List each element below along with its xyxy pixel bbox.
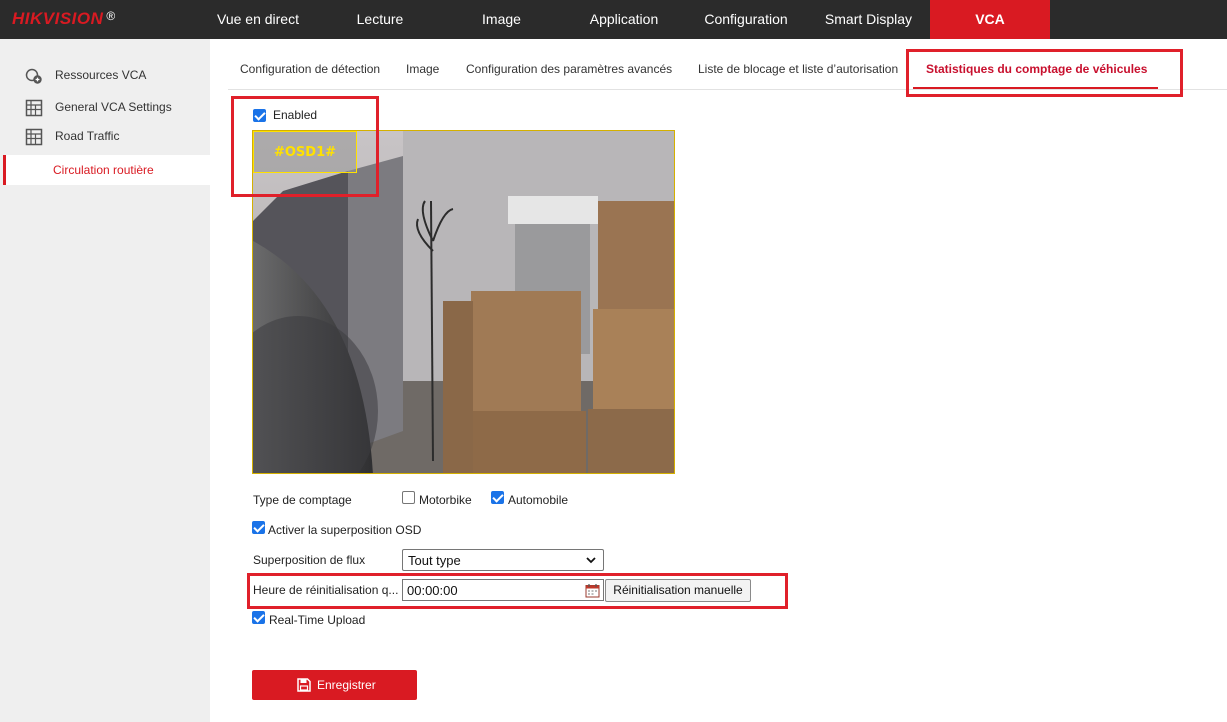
sidebar-item-road-traffic[interactable]: Road Traffic: [0, 122, 210, 150]
motorbike-checkbox[interactable]: [402, 491, 415, 504]
reset-time-label: Heure de réinitialisation q...: [253, 583, 399, 597]
floppy-disk-icon: [297, 678, 311, 692]
active-tab-indicator: [913, 87, 1158, 89]
sidebar-item-label: Circulation routière: [53, 163, 154, 177]
nav-image[interactable]: Image: [440, 0, 563, 39]
sidebar-item-circulation-routiere[interactable]: Circulation routière: [3, 155, 213, 185]
osd-overlay-label: Activer la superposition OSD: [268, 523, 422, 537]
chevron-down-icon: [586, 557, 596, 564]
manual-reset-button[interactable]: Réinitialisation manuelle: [605, 579, 751, 602]
nav-lecture[interactable]: Lecture: [320, 0, 440, 39]
tab-configuration-detection[interactable]: Configuration de détection: [240, 62, 380, 76]
sidebar-item-label: General VCA Settings: [55, 100, 172, 114]
tab-image[interactable]: Image: [406, 62, 439, 76]
tabs-divider: [228, 89, 1227, 90]
automobile-checkbox[interactable]: [491, 491, 504, 504]
sidebar: Ressources VCA General VCA Settings Road…: [0, 39, 213, 722]
flux-select[interactable]: Tout type: [402, 549, 604, 571]
enabled-checkbox[interactable]: [253, 109, 266, 122]
reset-time-value: 00:00:00: [407, 583, 458, 598]
sidebar-item-general-vca-settings[interactable]: General VCA Settings: [0, 93, 210, 121]
camera-scene-image: [253, 131, 674, 473]
resources-icon: [25, 68, 42, 84]
realtime-upload-checkbox[interactable]: [252, 611, 265, 624]
automobile-label: Automobile: [508, 493, 569, 507]
save-button-label: Enregistrer: [317, 678, 376, 692]
nav-configuration[interactable]: Configuration: [685, 0, 807, 39]
grid-settings-icon: [25, 99, 43, 117]
motorbike-label: Motorbike: [419, 493, 472, 507]
sidebar-item-label: Road Traffic: [55, 129, 120, 143]
nav-smart-display[interactable]: Smart Display: [807, 0, 930, 39]
enabled-label: Enabled: [273, 108, 318, 122]
osd-overlay-box[interactable]: #OSD1#: [253, 131, 357, 173]
nav-vue-en-direct[interactable]: Vue en direct: [196, 0, 320, 39]
flux-label: Superposition de flux: [253, 553, 366, 567]
top-navigation-bar: HIKVISION ® Vue en direct Lecture Image A…: [0, 0, 1227, 39]
nav-vca[interactable]: VCA: [930, 0, 1050, 39]
tab-statistiques-comptage[interactable]: Statistiques du comptage de véhicules: [926, 62, 1147, 76]
hikvision-logo: HIKVISION ®: [12, 9, 116, 28]
osd-overlay-checkbox[interactable]: [252, 521, 265, 534]
calendar-icon[interactable]: [585, 583, 600, 598]
counting-type-label: Type de comptage: [253, 493, 352, 507]
sidebar-item-ressources-vca[interactable]: Ressources VCA: [0, 61, 210, 89]
reset-time-input[interactable]: 00:00:00: [402, 579, 604, 601]
flux-select-value: Tout type: [408, 553, 461, 568]
nav-application[interactable]: Application: [563, 0, 685, 39]
video-preview[interactable]: #OSD1#: [252, 130, 675, 474]
tab-liste-blocage[interactable]: Liste de blocage et liste d’autorisation: [698, 62, 898, 76]
tab-parametres-avances[interactable]: Configuration des paramètres avancés: [466, 62, 672, 76]
realtime-upload-label: Real-Time Upload: [269, 613, 366, 627]
save-button[interactable]: Enregistrer: [252, 670, 417, 700]
grid-traffic-icon: [25, 128, 43, 146]
sidebar-item-label: Ressources VCA: [55, 68, 147, 82]
